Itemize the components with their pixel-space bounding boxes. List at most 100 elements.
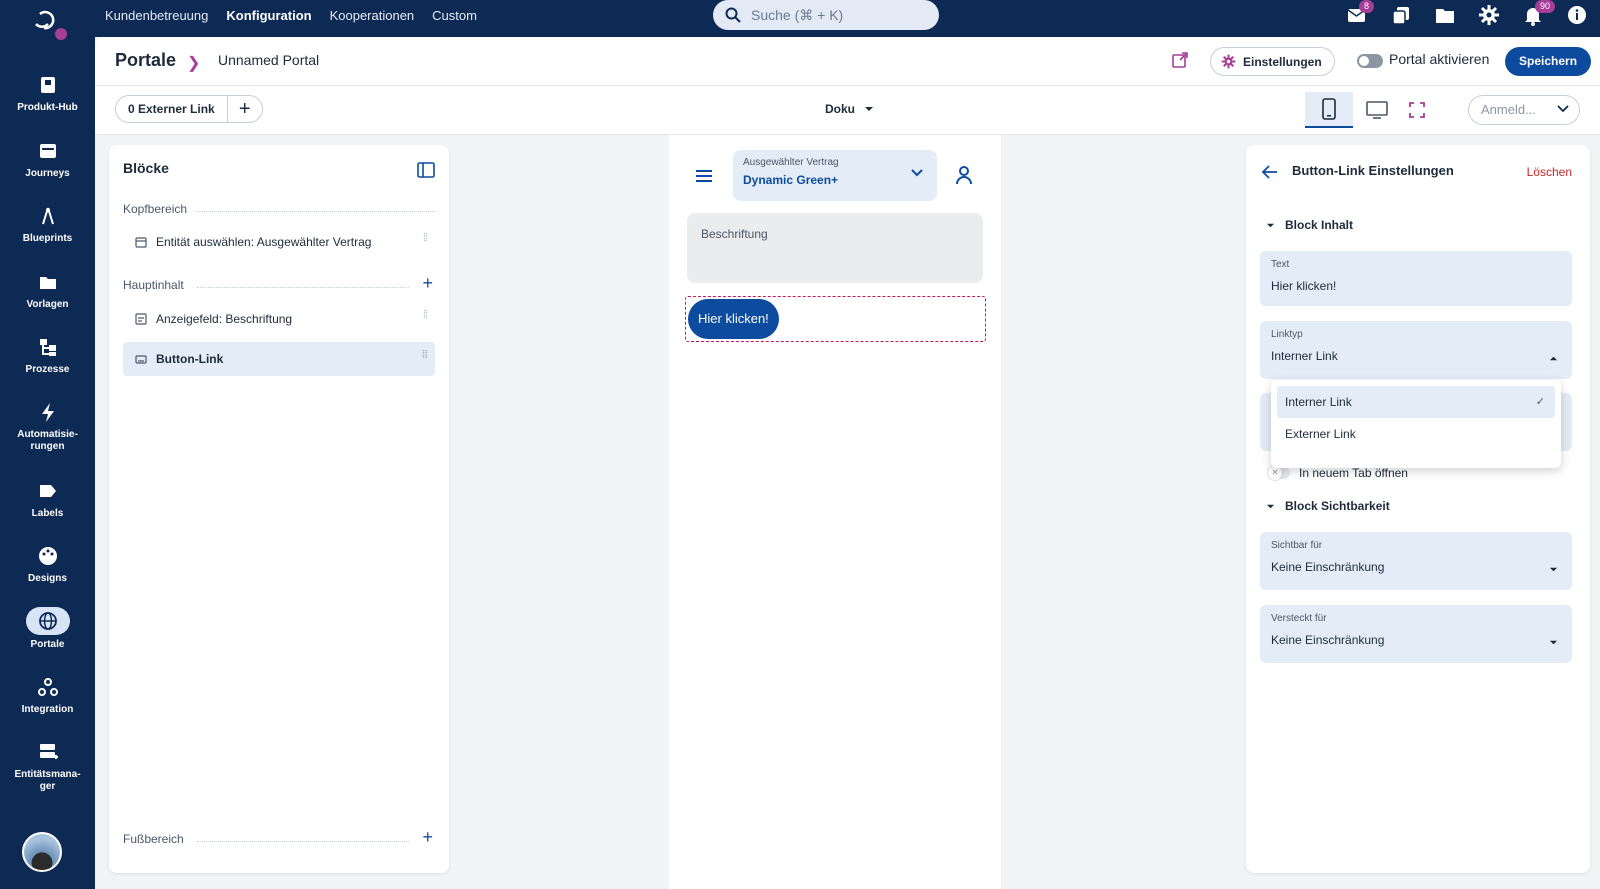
sidebar-item-vorlagen[interactable]: Vorlagen xyxy=(0,271,95,311)
caption-text: Beschriftung xyxy=(701,227,768,241)
group-label: Block Sichtbarkeit xyxy=(1285,499,1390,513)
top-menu-kooperationen[interactable]: Kooperationen xyxy=(330,8,415,23)
sidebar-item-prozesse[interactable]: Prozesse xyxy=(0,336,95,376)
gear-icon xyxy=(1221,54,1236,69)
search-input[interactable]: Suche (⌘ + K) xyxy=(713,0,939,30)
linktype-value: Interner Link xyxy=(1271,349,1338,363)
selected-block-outline[interactable]: Hier klicken! xyxy=(685,296,986,342)
save-button[interactable]: Speichern xyxy=(1505,47,1592,76)
breadcrumb-root[interactable]: Portale xyxy=(115,50,176,71)
chevron-right-icon: ❯ xyxy=(187,55,201,72)
search-placeholder: Suche (⌘ + K) xyxy=(751,6,844,23)
top-menu-konfiguration[interactable]: Konfiguration xyxy=(226,8,311,23)
drag-handle-icon[interactable]: ⁞⁞ xyxy=(423,233,428,244)
sidebar-item-produkt-hub[interactable]: Produkt-Hub xyxy=(0,74,95,114)
mobile-view-button[interactable] xyxy=(1305,92,1353,128)
sidebar-toggle-icon[interactable] xyxy=(417,162,435,178)
caption-display-field[interactable]: Beschriftung xyxy=(687,213,983,283)
sidebar-item-label: Vorlagen xyxy=(26,299,69,310)
group-block-visibility[interactable]: Block Sichtbarkeit xyxy=(1266,499,1390,513)
add-footer-block-button[interactable]: + xyxy=(422,827,433,848)
top-menu-kundenbetreuung[interactable]: Kundenbetreuung xyxy=(105,8,208,23)
add-main-block-button[interactable]: + xyxy=(422,273,433,294)
sidebar-item-journeys[interactable]: Journeys xyxy=(0,140,95,180)
notifications-button[interactable]: 90 xyxy=(1522,0,1556,26)
group-label: Block Inhalt xyxy=(1285,218,1354,232)
fullscreen-button[interactable] xyxy=(1393,92,1441,128)
user-avatar[interactable] xyxy=(22,832,62,872)
blocks-panel: Blöcke Kopfbereich Entität auswählen: Au… xyxy=(109,145,449,873)
user-icon[interactable] xyxy=(955,165,973,185)
info-button[interactable] xyxy=(1566,4,1588,26)
page-header: Portale ❯ Unnamed Portal Einstellungen P… xyxy=(95,37,1600,86)
drag-handle-icon[interactable]: ⁞⁞ xyxy=(422,350,428,361)
hidden-for-select[interactable]: Versteckt für Keine Einschränkung xyxy=(1260,605,1572,663)
sidebar-item-label: Automatisie-rungen xyxy=(17,429,78,452)
divider xyxy=(197,211,435,212)
caret-up-icon xyxy=(1549,356,1558,361)
contract-selector[interactable]: Ausgewählter Vertrag Dynamic Green+ xyxy=(733,150,937,201)
external-link-button[interactable]: 0 Externer Link xyxy=(116,96,228,122)
sidebar-item-automatisierungen[interactable]: Automatisie-rungen xyxy=(0,401,95,453)
caret-down-icon xyxy=(1266,223,1275,227)
drag-handle-icon[interactable]: ⁞⁞ xyxy=(423,310,428,321)
group-block-content[interactable]: Block Inhalt xyxy=(1266,218,1353,232)
external-link-icon[interactable] xyxy=(1171,51,1189,69)
block-item-label: Anzeigefeld: Beschriftung xyxy=(156,312,293,326)
sidebar-item-labels[interactable]: Labels xyxy=(0,480,95,520)
sidebar-item-label: Blueprints xyxy=(22,233,73,244)
palette-icon xyxy=(38,547,57,565)
portal-activate-toggle[interactable] xyxy=(1357,54,1383,68)
block-item-button-link[interactable]: Button-Link ⁞⁞ xyxy=(123,342,435,376)
top-menu-custom[interactable]: Custom xyxy=(432,8,477,23)
linktype-select[interactable]: Linktyp Interner Link xyxy=(1260,321,1572,379)
hamburger-menu-icon[interactable] xyxy=(695,169,713,183)
page-selector[interactable]: Doku xyxy=(825,102,874,116)
block-settings-panel: Button-Link Einstellungen Löschen Block … xyxy=(1246,145,1590,873)
hidden-for-label: Versteckt für xyxy=(1271,613,1327,624)
new-tab-label: In neuem Tab öffnen xyxy=(1299,466,1408,480)
block-item-display-field[interactable]: Anzeigefeld: Beschriftung ⁞⁞ xyxy=(123,302,435,336)
section-hauptinhalt: Hauptinhalt xyxy=(123,278,184,292)
processes-icon xyxy=(39,339,56,356)
blueprints-icon xyxy=(41,207,54,225)
sidebar-item-designs[interactable]: Designs xyxy=(0,545,95,585)
caret-down-icon xyxy=(1549,567,1558,572)
sidebar-item-blueprints[interactable]: Blueprints xyxy=(0,205,95,245)
sidebar-item-entitaetsmanager[interactable]: Entitätsmana-ger xyxy=(0,741,95,793)
notification-badge: 90 xyxy=(1535,0,1556,13)
visible-for-value: Keine Einschränkung xyxy=(1271,560,1385,574)
left-navigation: Produkt-Hub Journeys Blueprints Vorlagen… xyxy=(0,0,95,889)
sidebar-item-label: Designs xyxy=(28,573,67,584)
visible-for-select[interactable]: Sichtbar für Keine Einschränkung xyxy=(1260,532,1572,590)
active-indicator xyxy=(25,607,70,635)
app-logo-icon[interactable] xyxy=(28,6,68,40)
login-state-placeholder: Anmeld... xyxy=(1481,102,1536,117)
text-field[interactable]: Text Hier klicken! xyxy=(1260,251,1572,306)
option-label: Externer Link xyxy=(1285,427,1356,441)
entity-manager-icon xyxy=(39,744,58,759)
preview-link-button[interactable]: Hier klicken! xyxy=(688,299,779,339)
calendar-icon xyxy=(135,237,147,248)
sidebar-item-portale[interactable]: Portale xyxy=(0,607,95,651)
block-item-entity-select[interactable]: Entität auswählen: Ausgewählter Vertrag … xyxy=(123,225,435,259)
breadcrumb-current: Unnamed Portal xyxy=(218,52,320,68)
fullscreen-icon xyxy=(1409,102,1425,118)
add-link-button[interactable]: + xyxy=(228,96,262,122)
settings-button[interactable]: Einstellungen xyxy=(1210,47,1335,76)
check-icon: ✓ xyxy=(1535,396,1545,408)
mail-button[interactable]: 8 xyxy=(1346,0,1375,26)
portal-preview: Ausgewählter Vertrag Dynamic Green+ Besc… xyxy=(669,135,1001,889)
editor-canvas: Blöcke Kopfbereich Entität auswählen: Au… xyxy=(95,135,1600,889)
linktype-option-external[interactable]: Externer Link xyxy=(1277,418,1555,450)
product-hub-icon xyxy=(40,77,55,93)
files-button[interactable] xyxy=(1434,4,1456,26)
sidebar-item-integration[interactable]: Integration xyxy=(0,676,95,716)
linktype-option-internal[interactable]: Interner Link ✓ xyxy=(1277,386,1555,418)
new-tab-toggle[interactable]: ✕ xyxy=(1268,466,1290,480)
copy-button[interactable] xyxy=(1390,4,1412,26)
settings-button[interactable] xyxy=(1478,4,1500,26)
arrow-left-icon[interactable] xyxy=(1262,165,1278,179)
login-state-select[interactable]: Anmeld... xyxy=(1468,95,1580,125)
delete-block-button[interactable]: Löschen xyxy=(1527,165,1572,179)
